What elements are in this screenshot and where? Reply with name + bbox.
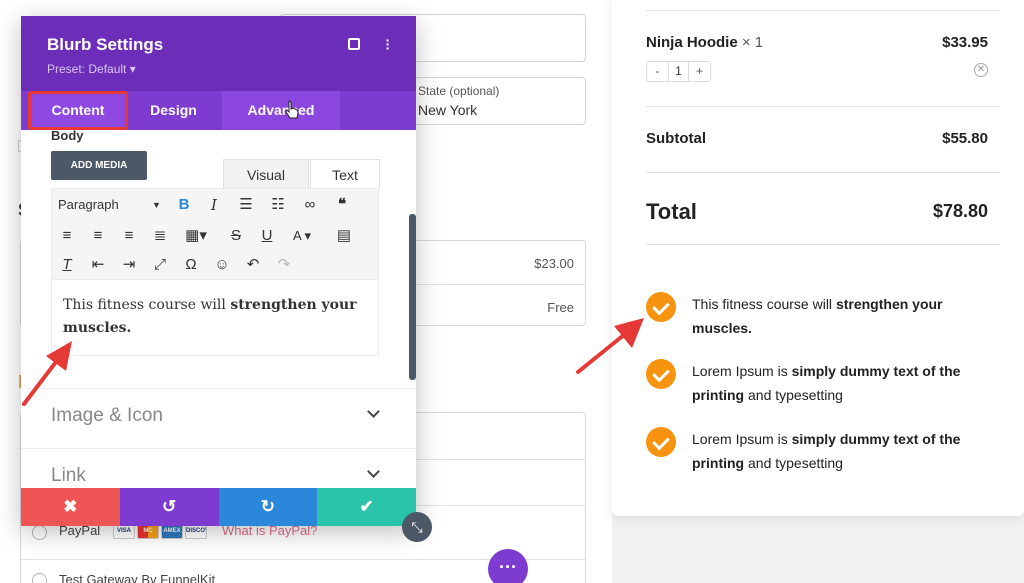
undo-icon[interactable]: ↶ [242,251,264,279]
paragraph-select[interactable]: Paragraph [58,191,119,219]
increment-button[interactable]: + [689,62,710,81]
decrement-button[interactable]: - [647,62,668,81]
amex-icon: AMEX [161,524,183,539]
cancel-button[interactable]: ✖ [21,488,120,526]
test-gateway-label: Test Gateway By FunnelKit [59,572,216,583]
clear-formatting-icon[interactable]: T [56,251,78,279]
blurb-text: This fitness course will strengthen your… [692,296,943,336]
section-title: Image & Icon [51,405,163,426]
visa-icon: VISA [113,524,135,539]
strikethrough-icon[interactable]: S [225,222,247,250]
blurb-text: Lorem Ipsum is simply dummy text of the … [692,431,961,471]
test-gateway-radio[interactable] [32,573,47,583]
chevron-down-icon[interactable]: ▼ [152,191,161,219]
tab-advanced[interactable]: Advanced [222,91,340,130]
toolbar-row: Paragraph ▼ B I ☰ ☷ ∞ ❝ [52,191,378,219]
tab-design[interactable]: Design [130,91,217,130]
quantity-stepper[interactable]: - 1 + [646,61,711,82]
add-media-button[interactable]: ADD MEDIA [51,151,147,180]
image-icon-section[interactable]: Image & Icon [21,388,416,446]
modal-title: Blurb Settings [47,35,164,54]
modal-footer: ✖ ↺ ↻ ✔ [21,488,416,526]
order-summary: Ninja Hoodie × 1 $33.95 - 1 + ✕ Subtotal… [612,0,1024,516]
divider [646,172,1000,173]
mastercard-icon: MC [137,524,159,539]
outdent-icon[interactable]: ⇥ [118,251,140,279]
state-label: State (optional) [418,84,500,98]
numbered-list-icon[interactable]: ☷ [267,191,289,219]
body-label: Body [51,128,84,143]
shipping-price: $23.00 [534,256,574,271]
align-left-icon[interactable]: ≡ [56,222,78,250]
resize-handle-icon[interactable]: ⤡ [402,512,432,542]
subtotal-label: Subtotal [646,130,706,147]
paste-text-icon[interactable]: ▤ [333,222,355,250]
shipping-price: Free [547,300,574,315]
discover-icon: DISCOVER [185,524,207,539]
tab-content[interactable]: Content [28,91,128,130]
blurb-text: Lorem Ipsum is simply dummy text of the … [692,363,961,403]
italic-icon[interactable]: I [203,191,225,219]
blockquote-icon[interactable]: ❝ [331,191,353,219]
subtotal-value: $55.80 [942,130,988,147]
editor-toolbar: Paragraph ▼ B I ☰ ☷ ∞ ❝ ≡ ≡ ≡ ≣ ▦▾ S U A… [51,188,379,280]
emoji-icon[interactable]: ☺ [211,251,233,279]
bullet-list-icon[interactable]: ☰ [235,191,257,219]
card-logos: VISA MC AMEX DISCOVER [113,524,207,539]
body-editor[interactable]: This fitness course will strengthen your… [51,280,379,356]
hand-cursor-icon [285,100,299,119]
scrollbar[interactable] [409,214,416,380]
visual-tab[interactable]: Visual [223,159,309,189]
indent-icon[interactable]: ⇤ [87,251,109,279]
total-label: Total [646,199,697,224]
item-name: Ninja Hoodie × 1 [646,34,764,51]
undo-button[interactable]: ↺ [119,488,219,526]
item-price: $33.95 [942,34,988,51]
chevron-down-icon [367,405,380,418]
divider [646,106,1000,107]
paypal-radio[interactable] [32,525,47,540]
special-character-icon[interactable]: Ω [180,251,202,279]
toolbar-row: ≡ ≡ ≡ ≣ ▦▾ S U A ▾ ▤ [52,222,378,250]
justify-icon[interactable]: ≣ [149,222,171,250]
settings-tabs: Content Design Advanced [21,91,416,130]
fullscreen-icon[interactable] [348,38,360,50]
check-icon [646,427,676,457]
redo-button[interactable]: ↻ [218,488,318,526]
divider [646,244,1000,245]
check-icon [646,359,676,389]
underline-icon[interactable]: U [256,222,278,250]
divider [646,10,1000,11]
blurb-settings-modal: Blurb Settings Preset: Default ▾ · · · Con… [21,16,416,526]
section-title: Link [51,465,86,486]
remove-item-icon[interactable]: ✕ [974,63,988,77]
redo-icon[interactable]: ↷ [273,251,295,279]
modal-header: Blurb Settings Preset: Default ▾ · · · [21,16,416,91]
state-field[interactable]: State (optional) New York [410,77,586,125]
quantity-value[interactable]: 1 [668,62,689,81]
align-center-icon[interactable]: ≡ [87,222,109,250]
link-icon[interactable]: ∞ [299,191,321,219]
preset-dropdown[interactable]: Preset: Default ▾ [47,62,136,76]
more-options-fab[interactable]: ··· [488,549,528,583]
table-icon[interactable]: ▦▾ [180,222,212,250]
align-right-icon[interactable]: ≡ [118,222,140,250]
more-options-icon[interactable]: · · · [384,33,392,55]
total-value: $78.80 [932,201,988,221]
text-color-icon[interactable]: A ▾ [286,222,318,250]
toolbar-row: T ⇤ ⇥ ⤢ Ω ☺ ↶ ↷ [52,251,378,279]
save-button[interactable]: ✔ [317,488,416,526]
bold-icon[interactable]: B [173,191,195,219]
chevron-down-icon [367,465,380,478]
editor-content[interactable]: This fitness course will strengthen your… [63,294,373,340]
item-qty: × 1 [741,34,764,51]
text-tab[interactable]: Text [310,159,380,189]
state-value: New York [418,102,478,118]
check-icon [646,292,676,322]
fullscreen-icon[interactable]: ⤢ [149,251,171,279]
